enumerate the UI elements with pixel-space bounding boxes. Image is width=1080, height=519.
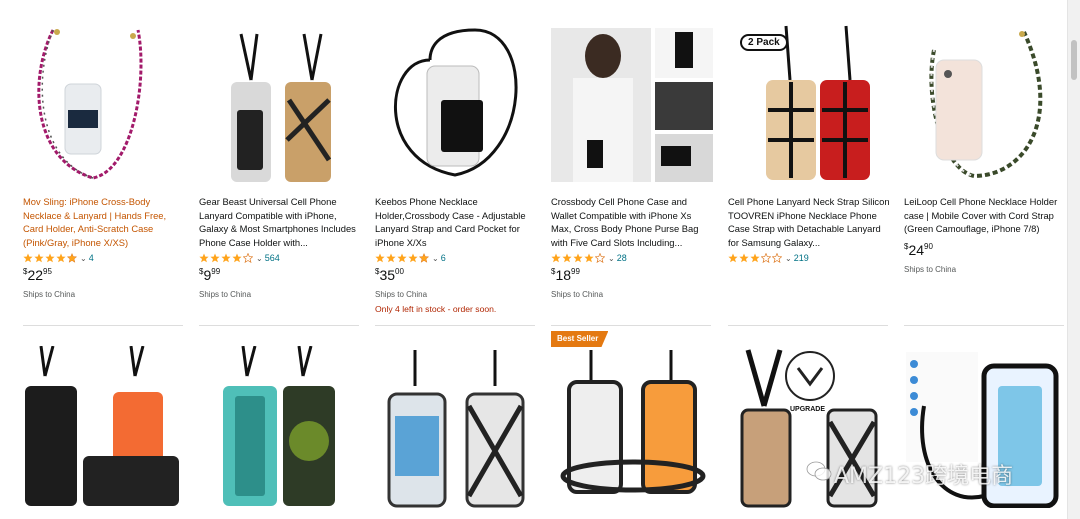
star-icon	[34, 253, 44, 263]
star-icon	[739, 253, 749, 263]
star-icon	[221, 253, 231, 263]
star-icon	[23, 253, 33, 263]
row-divider	[375, 325, 535, 326]
star-half-icon	[419, 253, 429, 263]
product-title[interactable]: Cell Phone Lanyard Neck Strap Silicon TO…	[728, 195, 890, 249]
shipping-info: Ships to China	[904, 265, 957, 274]
product-title[interactable]: Gear Beast Universal Cell Phone Lanyard …	[199, 195, 361, 249]
star-icon	[45, 253, 55, 263]
price[interactable]: $2295	[23, 267, 52, 283]
watermark-text: AMZ123跨境电商	[834, 464, 1014, 489]
review-count[interactable]: 6	[441, 253, 446, 263]
stock-warning: Only 4 left in stock - order soon.	[375, 304, 497, 314]
review-count[interactable]: 4	[89, 253, 94, 263]
upgrade-label: UPGRADE	[790, 406, 826, 413]
product-image[interactable]	[375, 346, 537, 508]
chevron-down-icon[interactable]: ⌄	[256, 254, 263, 263]
star-half-icon	[67, 253, 77, 263]
rating-stars[interactable]: ⌄ 6	[375, 252, 446, 264]
scrollbar[interactable]	[1067, 0, 1080, 519]
star-icon	[408, 253, 418, 263]
product-image[interactable]	[904, 20, 1066, 182]
shipping-info: Ships to China	[551, 290, 604, 299]
star-icon	[56, 253, 66, 263]
shipping-info: Ships to China	[199, 290, 252, 299]
row-divider	[904, 325, 1064, 326]
product-title[interactable]: LeiLoop Cell Phone Necklace Holder case …	[904, 195, 1066, 249]
star-icon	[728, 253, 738, 263]
product-image[interactable]	[375, 20, 537, 182]
star-icon	[551, 253, 561, 263]
row-divider	[199, 325, 359, 326]
product-image[interactable]	[199, 20, 361, 182]
row-divider	[23, 325, 183, 326]
rating-stars[interactable]: ⌄ 28	[551, 252, 627, 264]
product-image[interactable]: 2 Pack	[728, 20, 890, 182]
pack-label: 2 Pack	[740, 34, 788, 51]
star-icon	[386, 253, 396, 263]
product-image[interactable]	[199, 346, 361, 508]
best-seller-badge: Best Seller	[551, 331, 609, 347]
star-icon	[562, 253, 572, 263]
product-title[interactable]: Mov Sling: iPhone Cross-Body Necklace & …	[23, 195, 185, 249]
product-title[interactable]: Keebos Phone Necklace Holder,Crossbody C…	[375, 195, 537, 249]
price[interactable]: $1899	[551, 267, 580, 283]
price[interactable]: $3500	[375, 267, 404, 283]
star-icon	[199, 253, 209, 263]
rating-stars[interactable]: ⌄ 219	[728, 252, 809, 264]
star-icon	[573, 253, 583, 263]
star-icon	[375, 253, 385, 263]
row-divider	[728, 325, 888, 326]
star-icon	[232, 253, 242, 263]
product-image[interactable]	[23, 346, 185, 508]
price[interactable]: $999	[199, 267, 220, 283]
rating-stars[interactable]: ⌄ 564	[199, 252, 280, 264]
shipping-info: Ships to China	[23, 290, 76, 299]
star-icon	[750, 253, 760, 263]
chevron-down-icon[interactable]: ⌄	[785, 254, 792, 263]
review-count[interactable]: 219	[794, 253, 809, 263]
price[interactable]: $2490	[904, 242, 933, 258]
product-image[interactable]	[551, 346, 713, 508]
shipping-info: Ships to China	[375, 290, 428, 299]
review-count[interactable]: 28	[617, 253, 627, 263]
star-empty-icon	[772, 253, 782, 263]
chevron-down-icon[interactable]: ⌄	[608, 254, 615, 263]
rating-stars[interactable]: ⌄ 4	[23, 252, 94, 264]
star-empty-icon	[761, 253, 771, 263]
product-image[interactable]	[23, 20, 185, 182]
product-title[interactable]: Crossbody Cell Phone Case and Wallet Com…	[551, 195, 713, 249]
star-empty-icon	[595, 253, 605, 263]
review-count[interactable]: 564	[265, 253, 280, 263]
row-divider	[551, 325, 711, 326]
star-icon	[210, 253, 220, 263]
scrollbar-thumb[interactable]	[1071, 40, 1077, 80]
chevron-down-icon[interactable]: ⌄	[432, 254, 439, 263]
star-empty-icon	[243, 253, 253, 263]
product-image[interactable]	[551, 20, 713, 182]
chevron-down-icon[interactable]: ⌄	[80, 254, 87, 263]
chat-bubbles-icon	[806, 461, 832, 481]
star-icon	[397, 253, 407, 263]
star-icon	[584, 253, 594, 263]
